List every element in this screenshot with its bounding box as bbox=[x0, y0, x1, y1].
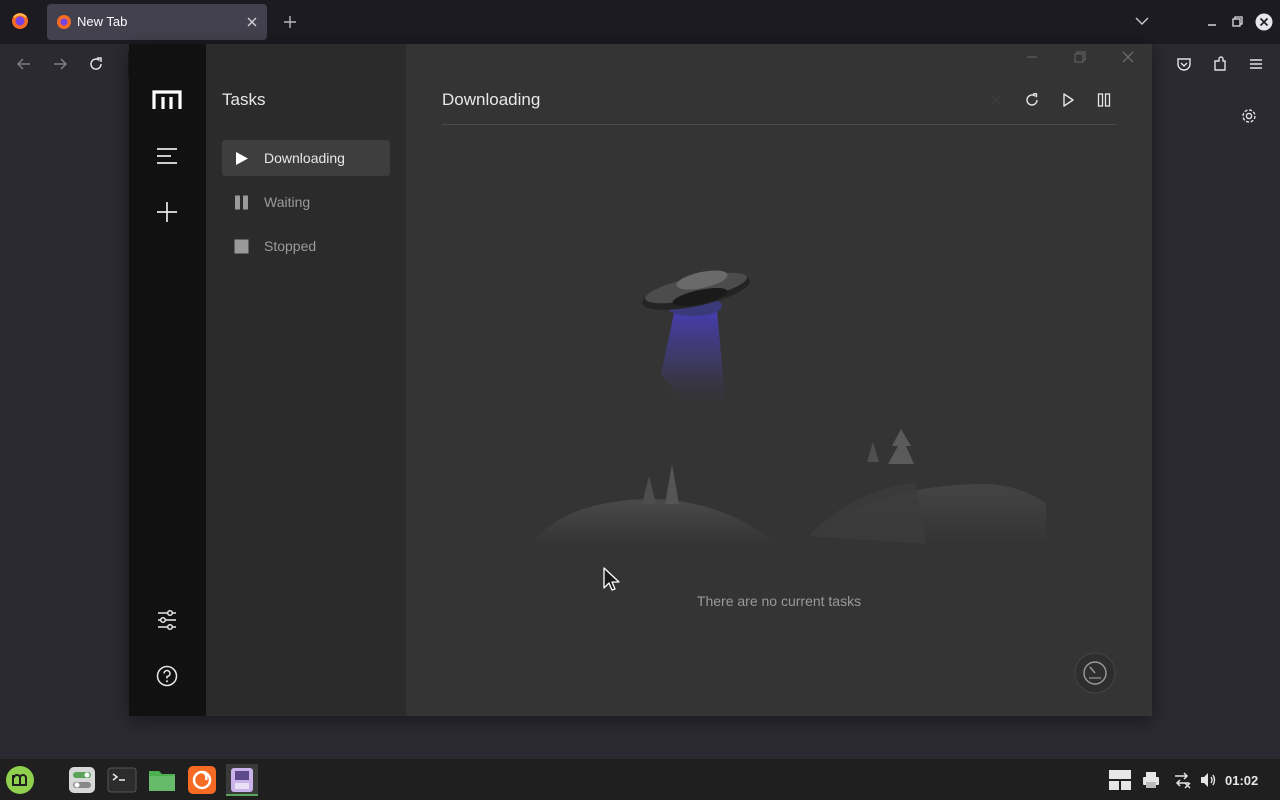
firefox-taskbar-icon[interactable] bbox=[186, 764, 218, 796]
terminal-icon[interactable] bbox=[106, 764, 138, 796]
volume-icon[interactable] bbox=[1198, 770, 1218, 790]
minimize-icon[interactable] bbox=[1025, 50, 1039, 64]
back-arrow-icon[interactable] bbox=[15, 55, 33, 73]
close-tab-icon[interactable] bbox=[245, 15, 259, 29]
forward-arrow-icon[interactable] bbox=[51, 55, 69, 73]
mint-menu-icon[interactable] bbox=[4, 764, 36, 796]
close-window-icon[interactable] bbox=[1255, 13, 1273, 31]
motrix-logo-icon bbox=[152, 89, 182, 111]
subnav-item-waiting[interactable]: Waiting bbox=[222, 184, 390, 220]
page-title: Downloading bbox=[442, 90, 541, 109]
stop-icon bbox=[234, 239, 249, 254]
task-filter-panel: Tasks Downloading Waiting Stopped bbox=[206, 44, 406, 716]
motrix-window: Tasks Downloading Waiting Stopped Downlo… bbox=[129, 44, 1152, 716]
motrix-sidebar bbox=[129, 44, 206, 716]
play-icon bbox=[234, 151, 249, 166]
subnav-item-label: Downloading bbox=[264, 150, 345, 166]
chevron-down-icon[interactable] bbox=[1134, 15, 1150, 27]
restore-icon[interactable] bbox=[1229, 14, 1245, 30]
reload-icon[interactable] bbox=[87, 55, 105, 73]
pause-icon bbox=[234, 195, 249, 210]
empty-state-text: There are no current tasks bbox=[696, 593, 862, 609]
subnav-item-stopped[interactable]: Stopped bbox=[222, 228, 390, 264]
extensions-icon[interactable] bbox=[1211, 55, 1229, 73]
pause-all-icon[interactable] bbox=[1095, 91, 1113, 109]
preferences-sliders-icon[interactable] bbox=[156, 609, 178, 631]
system-settings-icon[interactable] bbox=[66, 764, 98, 796]
browser-tab-new-tab[interactable]: New Tab bbox=[47, 4, 267, 40]
subnav-item-downloading[interactable]: Downloading bbox=[222, 140, 390, 176]
mouse-cursor-icon bbox=[602, 566, 622, 592]
maximize-icon[interactable] bbox=[1073, 50, 1087, 64]
firefox-icon bbox=[10, 11, 30, 31]
add-task-plus-icon[interactable] bbox=[156, 201, 178, 223]
printer-icon[interactable] bbox=[1141, 770, 1161, 790]
refresh-icon[interactable] bbox=[1023, 91, 1041, 109]
browser-tab-bar: New Tab bbox=[0, 0, 1280, 44]
tab-title: New Tab bbox=[77, 14, 128, 29]
workspace-switcher-icon[interactable] bbox=[1108, 769, 1132, 791]
task-list-main: Downloading There are no current tasks bbox=[406, 44, 1152, 716]
gear-icon[interactable] bbox=[1240, 107, 1258, 125]
subnav-item-label: Waiting bbox=[264, 194, 311, 210]
minimize-icon[interactable] bbox=[1204, 14, 1220, 30]
subnav-item-label: Stopped bbox=[264, 238, 317, 254]
task-list-icon[interactable] bbox=[156, 145, 178, 167]
ufo-illustration bbox=[526, 214, 1046, 544]
close-icon[interactable] bbox=[1121, 50, 1135, 64]
firefox-icon bbox=[56, 14, 72, 30]
new-tab-plus-icon[interactable] bbox=[282, 14, 298, 30]
files-folder-icon[interactable] bbox=[146, 764, 178, 796]
subnav-title: Tasks bbox=[222, 90, 266, 109]
delete-icon bbox=[987, 91, 1005, 109]
motrix-taskbar-icon[interactable] bbox=[226, 764, 258, 796]
speedometer-icon[interactable] bbox=[1074, 652, 1116, 694]
pocket-icon[interactable] bbox=[1175, 55, 1193, 73]
network-disconnected-icon[interactable] bbox=[1172, 770, 1192, 790]
resume-all-play-icon[interactable] bbox=[1059, 91, 1077, 109]
divider bbox=[442, 124, 1116, 125]
help-question-icon[interactable] bbox=[156, 665, 178, 687]
hamburger-menu-icon[interactable] bbox=[1247, 55, 1265, 73]
taskbar: 01:02 bbox=[0, 758, 1280, 800]
clock[interactable]: 01:02 bbox=[1225, 773, 1258, 788]
